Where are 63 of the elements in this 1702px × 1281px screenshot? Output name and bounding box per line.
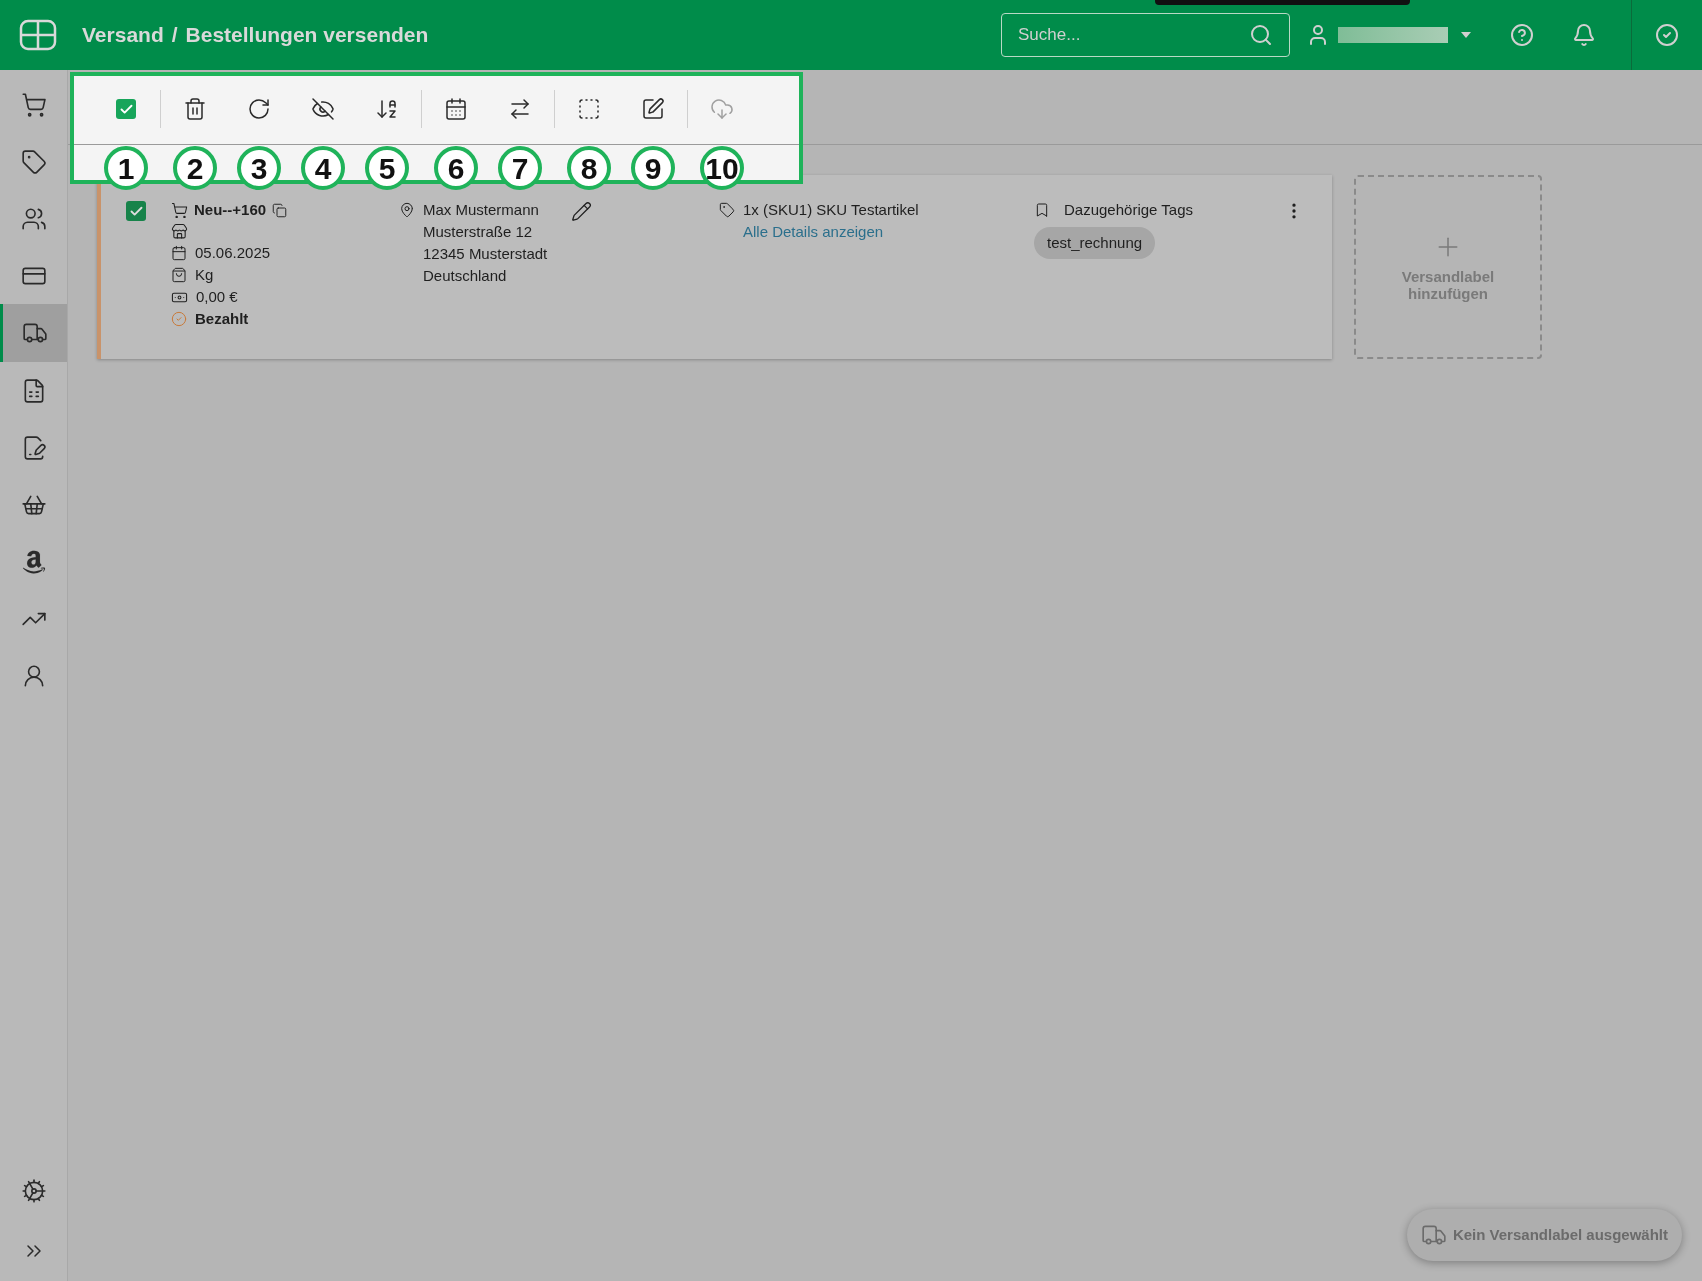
order-weight: Kg — [195, 266, 214, 284]
calendar-icon — [171, 245, 187, 261]
number-annotation: 9 — [631, 146, 675, 190]
address-line: Musterstraße 12 — [423, 223, 534, 241]
number-annotation: 6 — [434, 146, 478, 190]
payment-status: Bezahlt — [195, 310, 249, 328]
sidebar-item[interactable] — [0, 304, 67, 362]
number-annotation: 3 — [237, 146, 281, 190]
number-annotation: 7 — [498, 146, 542, 190]
settings-icon[interactable] — [20, 1178, 47, 1204]
logo-icon — [19, 19, 57, 51]
users-icon — [20, 205, 47, 232]
help-icon[interactable] — [1510, 23, 1534, 47]
order-amount: 0,00 € — [196, 288, 238, 306]
search-icon — [1249, 23, 1273, 47]
search-bar[interactable]: Suche... — [1001, 13, 1290, 57]
page-title: Bestellungen versenden — [185, 22, 429, 49]
add-shipping-label-button[interactable]: Versandlabel hinzufügen — [1354, 175, 1542, 359]
number-annotation: 5 — [365, 146, 409, 190]
location-icon — [399, 202, 415, 218]
cart-icon — [171, 201, 188, 219]
eye-off-icon — [311, 97, 335, 121]
sort-icon — [375, 97, 399, 121]
cart-icon — [20, 91, 47, 118]
details-link[interactable]: Alle Details anzeigen — [743, 223, 919, 241]
cloud-download-icon — [710, 97, 734, 121]
number-annotation: 10 — [700, 146, 744, 190]
number-annotation: 4 — [301, 146, 345, 190]
order-item: 1x (SKU1) SKU Testartikel — [743, 201, 919, 219]
paid-status-icon — [171, 311, 187, 327]
edit-icon — [641, 97, 665, 121]
number-annotation: 1 — [104, 146, 148, 190]
edit-address-icon[interactable] — [571, 201, 593, 222]
address-line: Deutschland — [423, 267, 508, 285]
amazon-logo-icon — [20, 548, 47, 575]
caret-icon[interactable] — [1460, 31, 1472, 39]
number-annotation: 2 — [173, 146, 217, 190]
notifications-icon[interactable] — [1572, 23, 1596, 47]
check-circle-icon[interactable] — [1655, 23, 1679, 47]
number-annotation: 8 — [567, 146, 611, 190]
order-number: Neu--+160 — [194, 201, 267, 219]
trash-icon — [183, 97, 207, 121]
address-line: 12345 Musterstadt — [423, 245, 548, 263]
tag-icon — [20, 148, 47, 175]
copy-icon[interactable] — [272, 202, 288, 218]
tag-icon — [719, 202, 735, 218]
order-checkbox[interactable] — [126, 201, 146, 221]
bookmark-icon — [1034, 202, 1050, 218]
store-icon — [171, 223, 188, 240]
dashed-square-icon — [577, 97, 601, 121]
swap-arrows-icon — [508, 97, 532, 121]
address-line: Max Mustermann — [423, 201, 540, 219]
shipping-label-status-button[interactable]: Kein Versandlabel ausgewählt — [1406, 1209, 1682, 1261]
calendar-icon — [444, 97, 468, 121]
refresh-icon — [247, 97, 271, 121]
select-all-checkbox[interactable] — [116, 99, 136, 119]
breadcrumb-separator: / — [171, 22, 178, 49]
eye-off-button[interactable] — [309, 95, 337, 123]
breadcrumb-link[interactable]: Versand — [82, 19, 164, 51]
tags-heading: Dazugehörige Tags — [1064, 201, 1193, 219]
tag-chip[interactable]: test_rechnung — [1034, 227, 1156, 259]
order-date: 05.06.2025 — [195, 244, 271, 262]
search-field[interactable]: Suche... — [1018, 22, 1249, 48]
